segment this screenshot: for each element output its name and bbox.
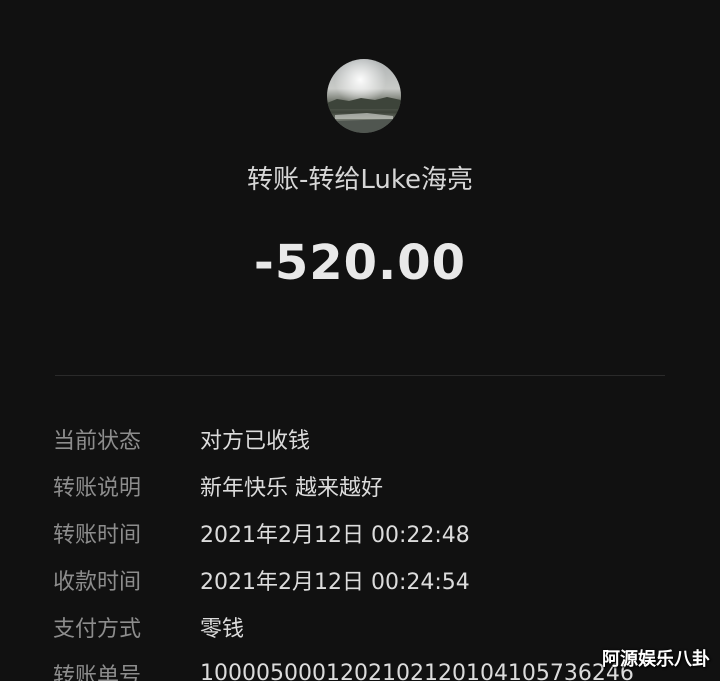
detail-row-transfer-time: 转账时间 2021年2月12日 00:22:48	[53, 509, 673, 556]
detail-value: 2021年2月12日 00:22:48	[200, 522, 470, 548]
transfer-amount: -520.00	[253, 235, 467, 291]
detail-value: 零钱	[200, 616, 245, 642]
detail-value: 对方已收钱	[200, 428, 311, 454]
detail-row-payment-method: 支付方式 零钱	[53, 603, 673, 650]
detail-value[interactable]: 1000050001202102120104105736246	[200, 661, 634, 681]
transfer-detail-screen: 转账-转给Luke海亮 -520.00 当前状态 对方已收钱 转账说明 新年快乐…	[0, 0, 720, 681]
avatar[interactable]	[327, 59, 401, 133]
detail-label: 转账单号	[53, 663, 142, 681]
transfer-title: 转账-转给Luke海亮	[246, 165, 473, 195]
detail-row-status: 当前状态 对方已收钱	[53, 415, 673, 462]
detail-row-receive-time: 收款时间 2021年2月12日 00:24:54	[53, 556, 673, 603]
watermark: 阿源娱乐八卦	[602, 649, 710, 670]
detail-label: 支付方式	[53, 616, 142, 642]
detail-value: 2021年2月12日 00:24:54	[200, 569, 470, 595]
detail-label: 当前状态	[53, 428, 142, 454]
detail-label: 收款时间	[53, 569, 142, 595]
detail-row-transaction-id: 转账单号 1000050001202102120104105736246	[53, 650, 673, 681]
landscape-photo-icon	[327, 59, 401, 133]
detail-label: 转账说明	[53, 475, 142, 501]
detail-row-note: 转账说明 新年快乐 越来越好	[53, 462, 673, 509]
detail-label: 转账时间	[53, 522, 142, 548]
divider	[55, 375, 665, 376]
transfer-details: 当前状态 对方已收钱 转账说明 新年快乐 越来越好 转账时间 2021年2月12…	[53, 415, 673, 681]
detail-value: 新年快乐 越来越好	[200, 475, 383, 501]
